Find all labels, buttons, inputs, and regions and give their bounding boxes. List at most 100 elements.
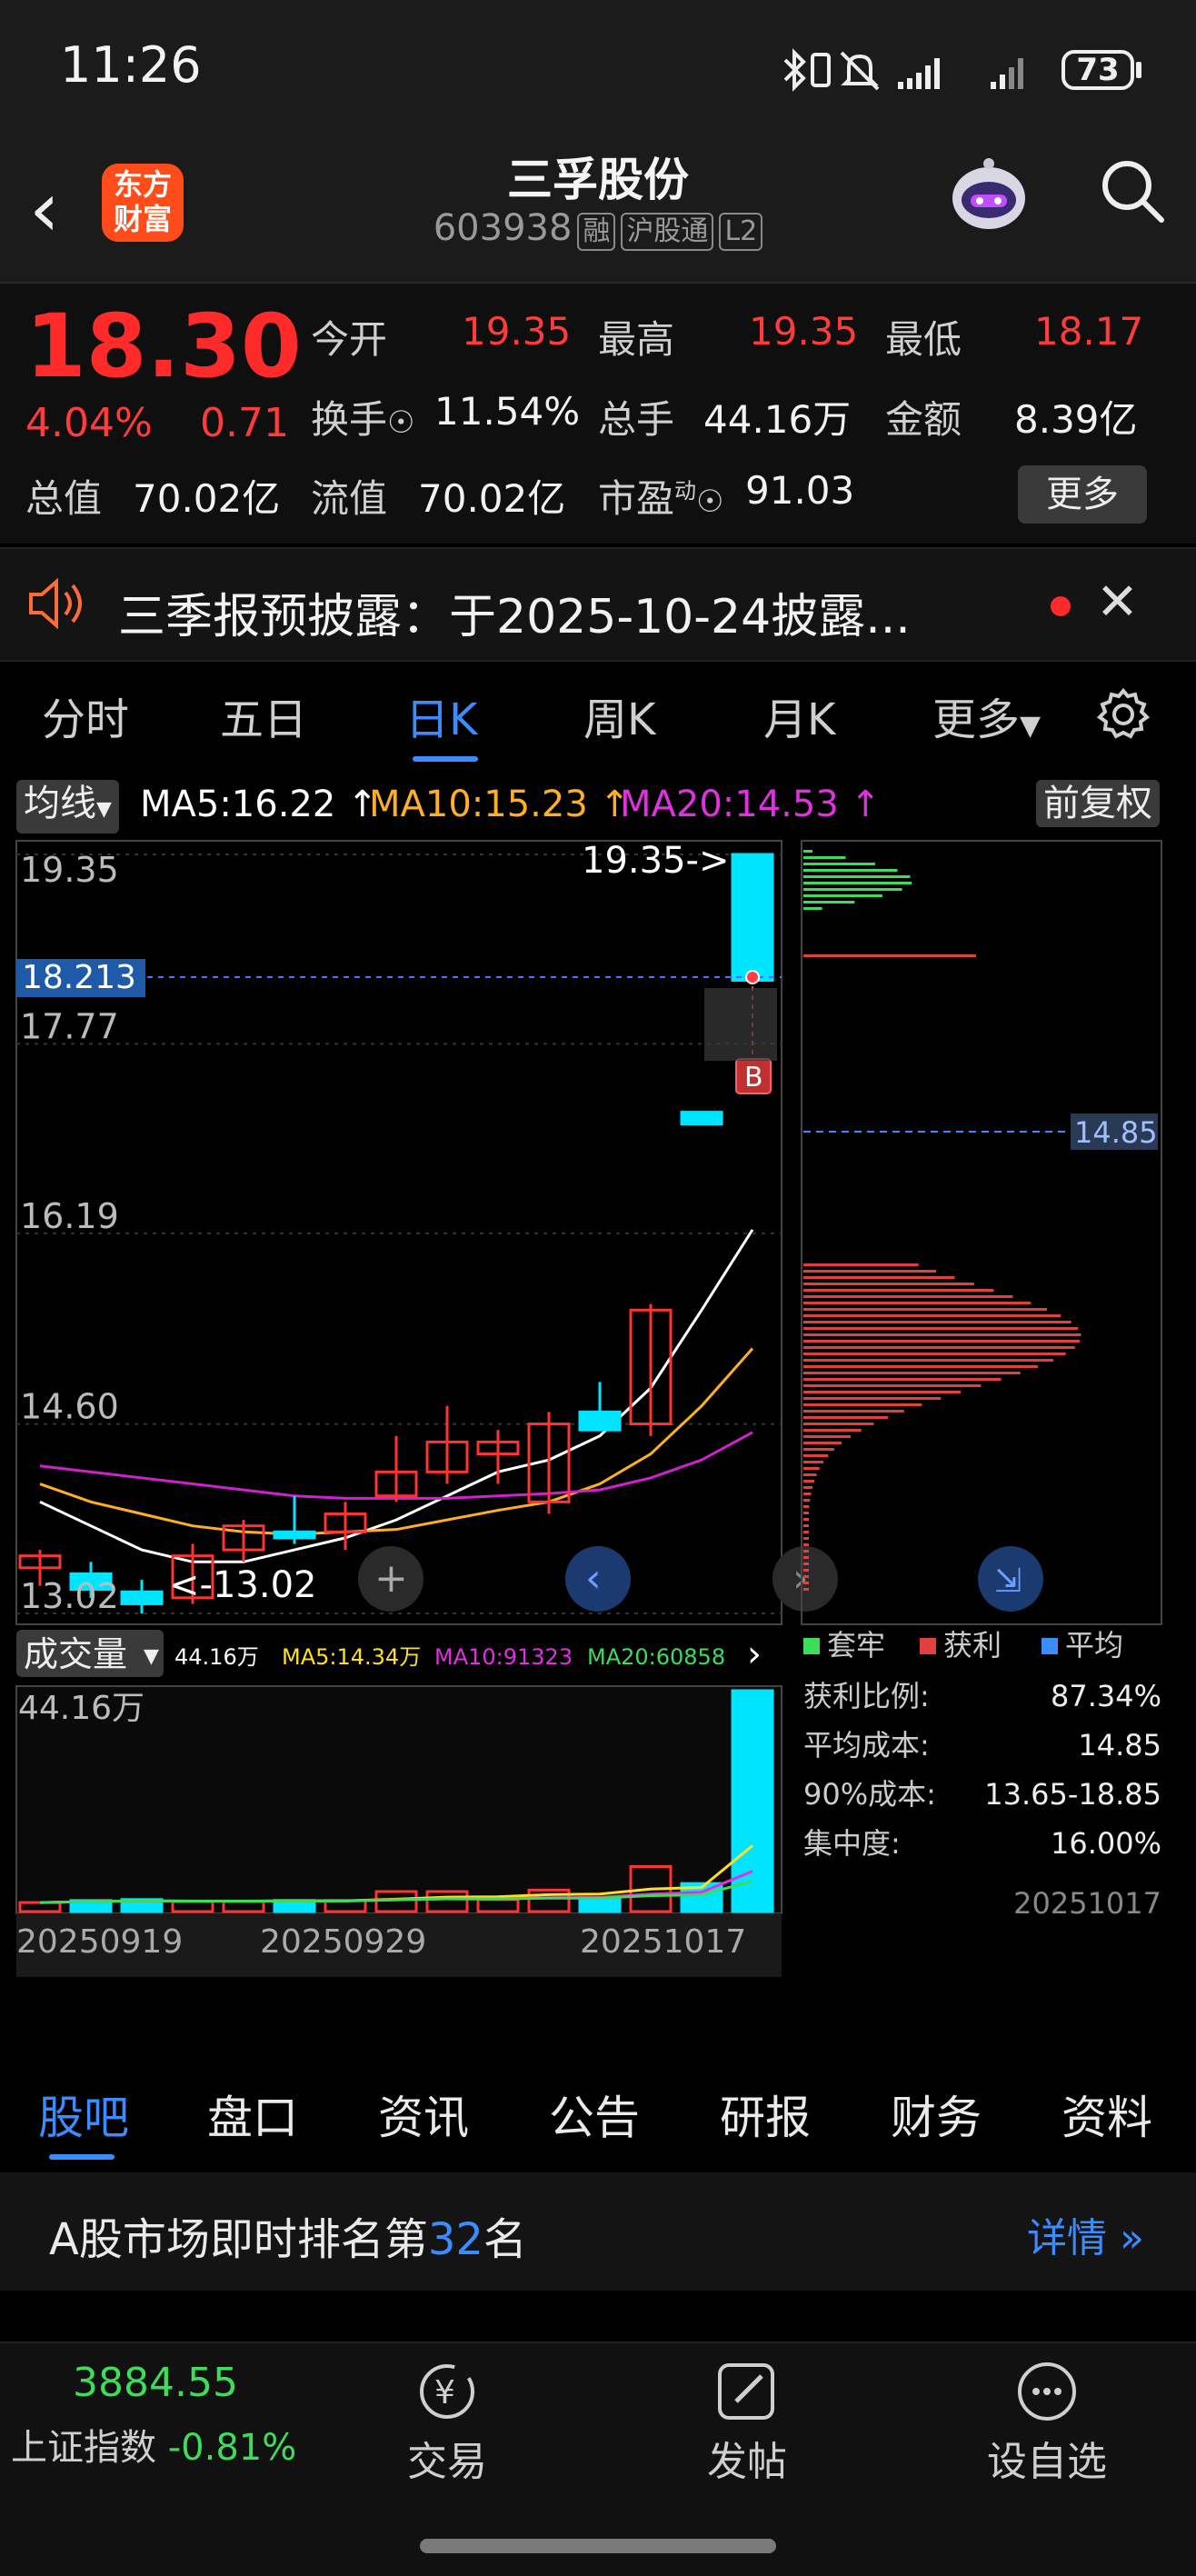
low-annotation: <-13.02: [169, 1564, 316, 1606]
tab-monthly-k[interactable]: 月K: [763, 684, 835, 747]
status-icons: [783, 48, 1023, 92]
stat-concentration-label: 集中度:: [803, 1826, 901, 1861]
stat-concentration-value: 16.00%: [1051, 1826, 1161, 1861]
pe-dynamic-mark: 动: [674, 478, 697, 504]
stat-avg-cost-value: 14.85: [1078, 1728, 1161, 1762]
caret-down-icon: ▼: [144, 1645, 159, 1668]
volume-select-label: 成交量: [24, 1634, 127, 1674]
chip-bar: [803, 1353, 1066, 1355]
vol-ma10-legend: MA10:91323: [434, 1644, 573, 1670]
low-label: 最低: [885, 317, 962, 362]
add-watchlist-button[interactable]: 设自选: [974, 2429, 1120, 2487]
add-watchlist-icon[interactable]: [1011, 2360, 1083, 2423]
chip-bar: [803, 1486, 813, 1489]
robot-assistant-icon[interactable]: [945, 155, 1032, 233]
tab-forum[interactable]: 股吧: [38, 2082, 129, 2147]
chip-bar: [803, 1473, 817, 1476]
rank-detail-link[interactable]: 详情 »: [1027, 2205, 1144, 2263]
post-edit-icon[interactable]: [711, 2360, 783, 2423]
chip-bar: [803, 888, 902, 891]
stat-profit-ratio-label: 获利比例:: [803, 1679, 930, 1713]
tab-orderbook[interactable]: 盘口: [207, 2082, 298, 2147]
chip-date: 20251017: [1013, 1886, 1161, 1921]
notice-text[interactable]: 三季报预披露：于2025-10-24披露...: [118, 578, 911, 646]
tab-announcements[interactable]: 公告: [549, 2082, 640, 2147]
info-icon[interactable]: ☉: [387, 404, 414, 441]
tab-more[interactable]: 更多▼: [932, 684, 1041, 747]
date-label-3: 20251017: [580, 1923, 746, 1961]
chip-bar: [803, 1321, 1071, 1323]
indicator-select-label: 均线: [24, 783, 96, 824]
battery-tip: [1136, 62, 1141, 78]
chip-bar: [803, 1493, 812, 1495]
legend-avg-swatch: [1042, 1638, 1058, 1654]
rank-detail-label: 详情: [1027, 2215, 1107, 2261]
tab-weekly-k[interactable]: 周K: [583, 684, 655, 747]
tab-daily-k[interactable]: 日K: [405, 684, 477, 747]
chip-bar: [803, 1359, 1053, 1362]
caret-down-icon: ▼: [96, 798, 112, 821]
chip-bar: [803, 1302, 1032, 1304]
high-value: 19.35: [749, 309, 859, 354]
chip-bar: [803, 1423, 874, 1425]
index-value[interactable]: 3884.55: [73, 2360, 238, 2406]
open-label: 今开: [311, 317, 388, 362]
settings-gear-icon[interactable]: [1096, 687, 1151, 742]
info-icon[interactable]: ☉: [696, 484, 723, 520]
rank-number: 32: [427, 2214, 483, 2265]
index-name: 上证指数: [11, 2427, 156, 2469]
open-value: 19.35: [462, 309, 572, 354]
trade-button[interactable]: 交易: [374, 2429, 520, 2487]
chip-bar: [803, 894, 882, 897]
chip-avg-label: 14.85: [1074, 1115, 1158, 1150]
chip-bar: [803, 907, 822, 910]
more-quote-button[interactable]: 更多: [1018, 465, 1147, 524]
kline-chart-area[interactable]: 19.35 17.77 16.19 14.60 13.02 18.213 B 19.35…: [0, 832, 1196, 2054]
index-line[interactable]: 上证指数 -0.81%: [11, 2418, 296, 2471]
volume-value-legend: 44.16万: [174, 1644, 259, 1670]
chip-bar: [803, 1448, 834, 1451]
chip-bar: [803, 1283, 974, 1285]
rank-prefix: A股市场即时排名第: [49, 2214, 428, 2265]
plus-icon: +: [374, 1555, 408, 1602]
post-button[interactable]: 发帖: [674, 2429, 820, 2487]
stat-avg-cost-label: 平均成本:: [803, 1728, 930, 1762]
chip-bar: [803, 1537, 809, 1540]
last-price: 18.30: [25, 295, 302, 397]
low-value: 18.17: [1034, 309, 1144, 354]
adjust-mode-button[interactable]: 前复权: [1036, 780, 1160, 827]
home-indicator: [420, 2539, 776, 2553]
legend-profit-swatch: [920, 1638, 936, 1654]
tab-finance[interactable]: 财务: [891, 2082, 982, 2147]
chip-bar: [803, 1308, 1048, 1311]
chip-bar: [803, 1289, 994, 1292]
candle-body: [731, 853, 774, 983]
chevron-left-icon: ‹: [585, 1555, 602, 1602]
trade-yuan-icon[interactable]: ¥: [411, 2360, 483, 2423]
tab-profile[interactable]: 资料: [1061, 2082, 1152, 2147]
tab-news[interactable]: 资讯: [378, 2082, 469, 2147]
compress-icon: ⇲: [994, 1563, 1022, 1600]
vol-ma5-legend: MA5:14.34万: [282, 1644, 421, 1670]
mute-icon: [840, 51, 880, 91]
indicator-select-button[interactable]: 均线▼: [16, 780, 119, 834]
tab-research[interactable]: 研报: [720, 2082, 811, 2147]
speaker-icon: [29, 578, 82, 629]
tag-margin: 融: [577, 213, 616, 251]
vibrate-icon: [811, 53, 831, 87]
chip-bar: [803, 1512, 809, 1514]
tab-intraday[interactable]: 分时: [42, 684, 129, 747]
stat-profit-ratio-value: 87.34%: [1051, 1679, 1161, 1713]
candle-body: [680, 1111, 723, 1126]
price-tick-label: 14.60: [20, 1387, 119, 1427]
tab-five-day[interactable]: 五日: [220, 684, 307, 747]
chip-bar: [803, 1556, 809, 1559]
chip-bar: [803, 1563, 809, 1565]
close-icon[interactable]: ✕: [1096, 573, 1139, 632]
volume-bar: [578, 1896, 622, 1913]
total-cap-label: 总值: [25, 476, 103, 521]
chip-bar: [803, 869, 898, 872]
buy-signal-label: B: [744, 1062, 763, 1093]
ma5-legend-text: MA5:16.22: [140, 784, 336, 825]
search-icon[interactable]: [1096, 155, 1169, 227]
